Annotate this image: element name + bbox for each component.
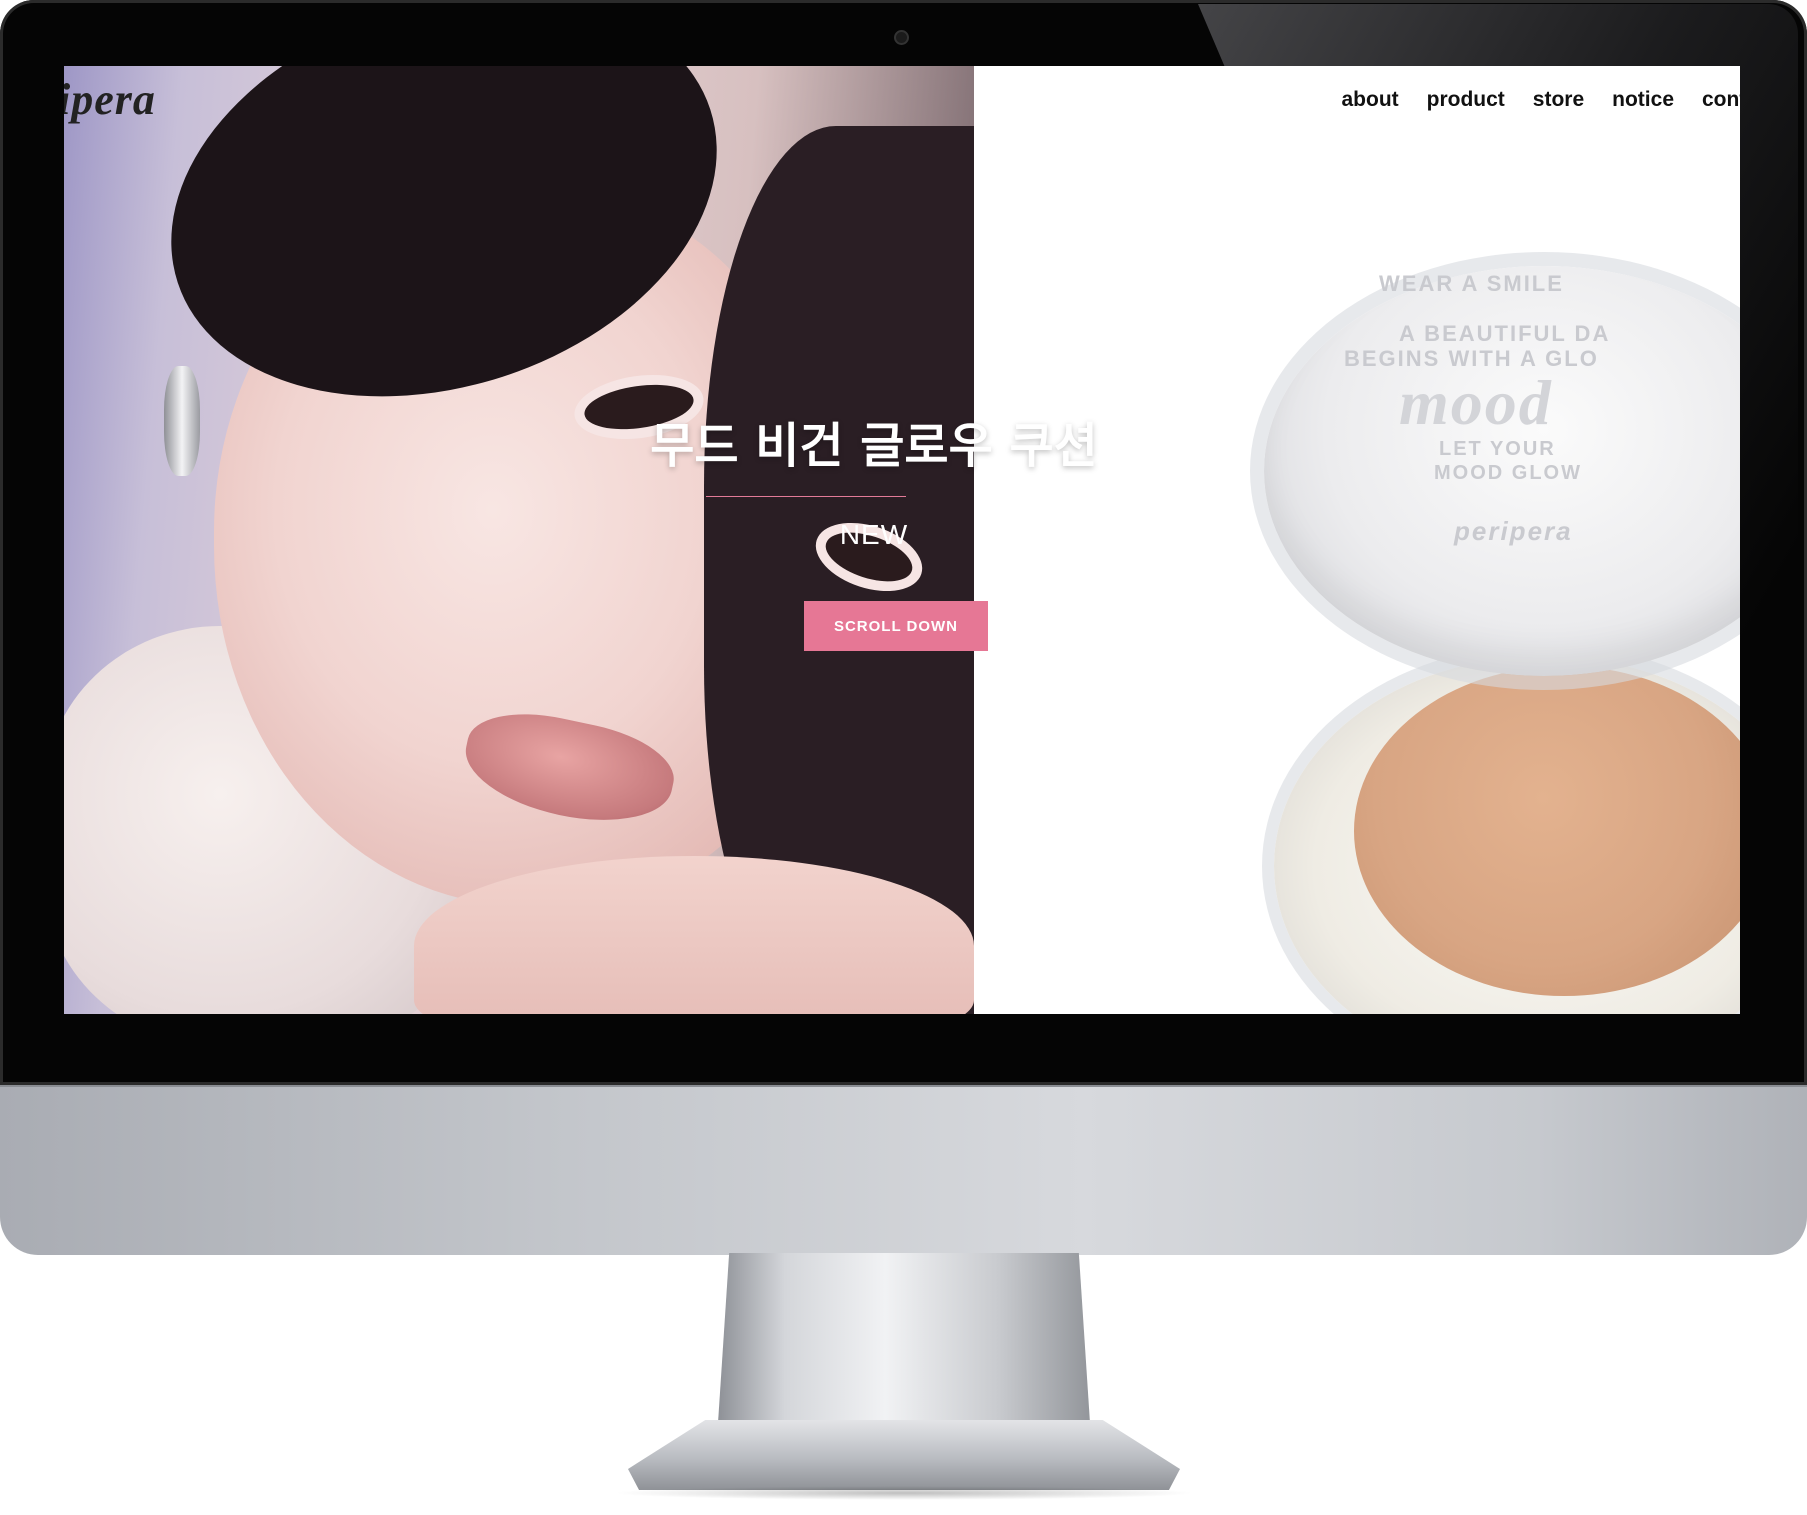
hero-divider	[706, 496, 906, 497]
scroll-down-button[interactable]: SCROLL DOWN	[804, 601, 988, 651]
site-logo[interactable]: ipera	[64, 74, 156, 125]
main-nav: about product store notice cont	[1341, 88, 1740, 112]
earring	[164, 366, 200, 476]
monitor-chin	[0, 1085, 1807, 1255]
nav-contact[interactable]: cont	[1702, 88, 1740, 112]
lid-brand-text: peripera	[1454, 516, 1573, 546]
nav-store[interactable]: store	[1533, 88, 1584, 112]
monitor-stand	[718, 1253, 1090, 1423]
website-screen: WEAR A SMILE A BEAUTIFUL DA BEGINS WITH …	[64, 66, 1740, 1014]
camera-icon	[896, 32, 907, 43]
lid-text-2: A BEAUTIFUL DA	[1399, 321, 1611, 346]
monitor-stand-base	[628, 1420, 1180, 1490]
lid-text-6: MOOD GLOW	[1434, 462, 1582, 484]
stand-shadow	[612, 1486, 1196, 1500]
nav-notice[interactable]: notice	[1612, 88, 1674, 112]
lid-text-5: LET YOUR	[1439, 438, 1556, 460]
hero-subtitle: NEW	[839, 519, 909, 550]
lid-text-4: mood	[1399, 367, 1553, 438]
nav-about[interactable]: about	[1341, 88, 1398, 112]
lid-text-1: WEAR A SMILE	[1379, 271, 1564, 296]
nav-product[interactable]: product	[1427, 88, 1505, 112]
hero-title: 무드 비건 글로우 쿠션	[650, 418, 1098, 474]
hero-text-block: 무드 비건 글로우 쿠션 NEW	[644, 406, 1184, 551]
